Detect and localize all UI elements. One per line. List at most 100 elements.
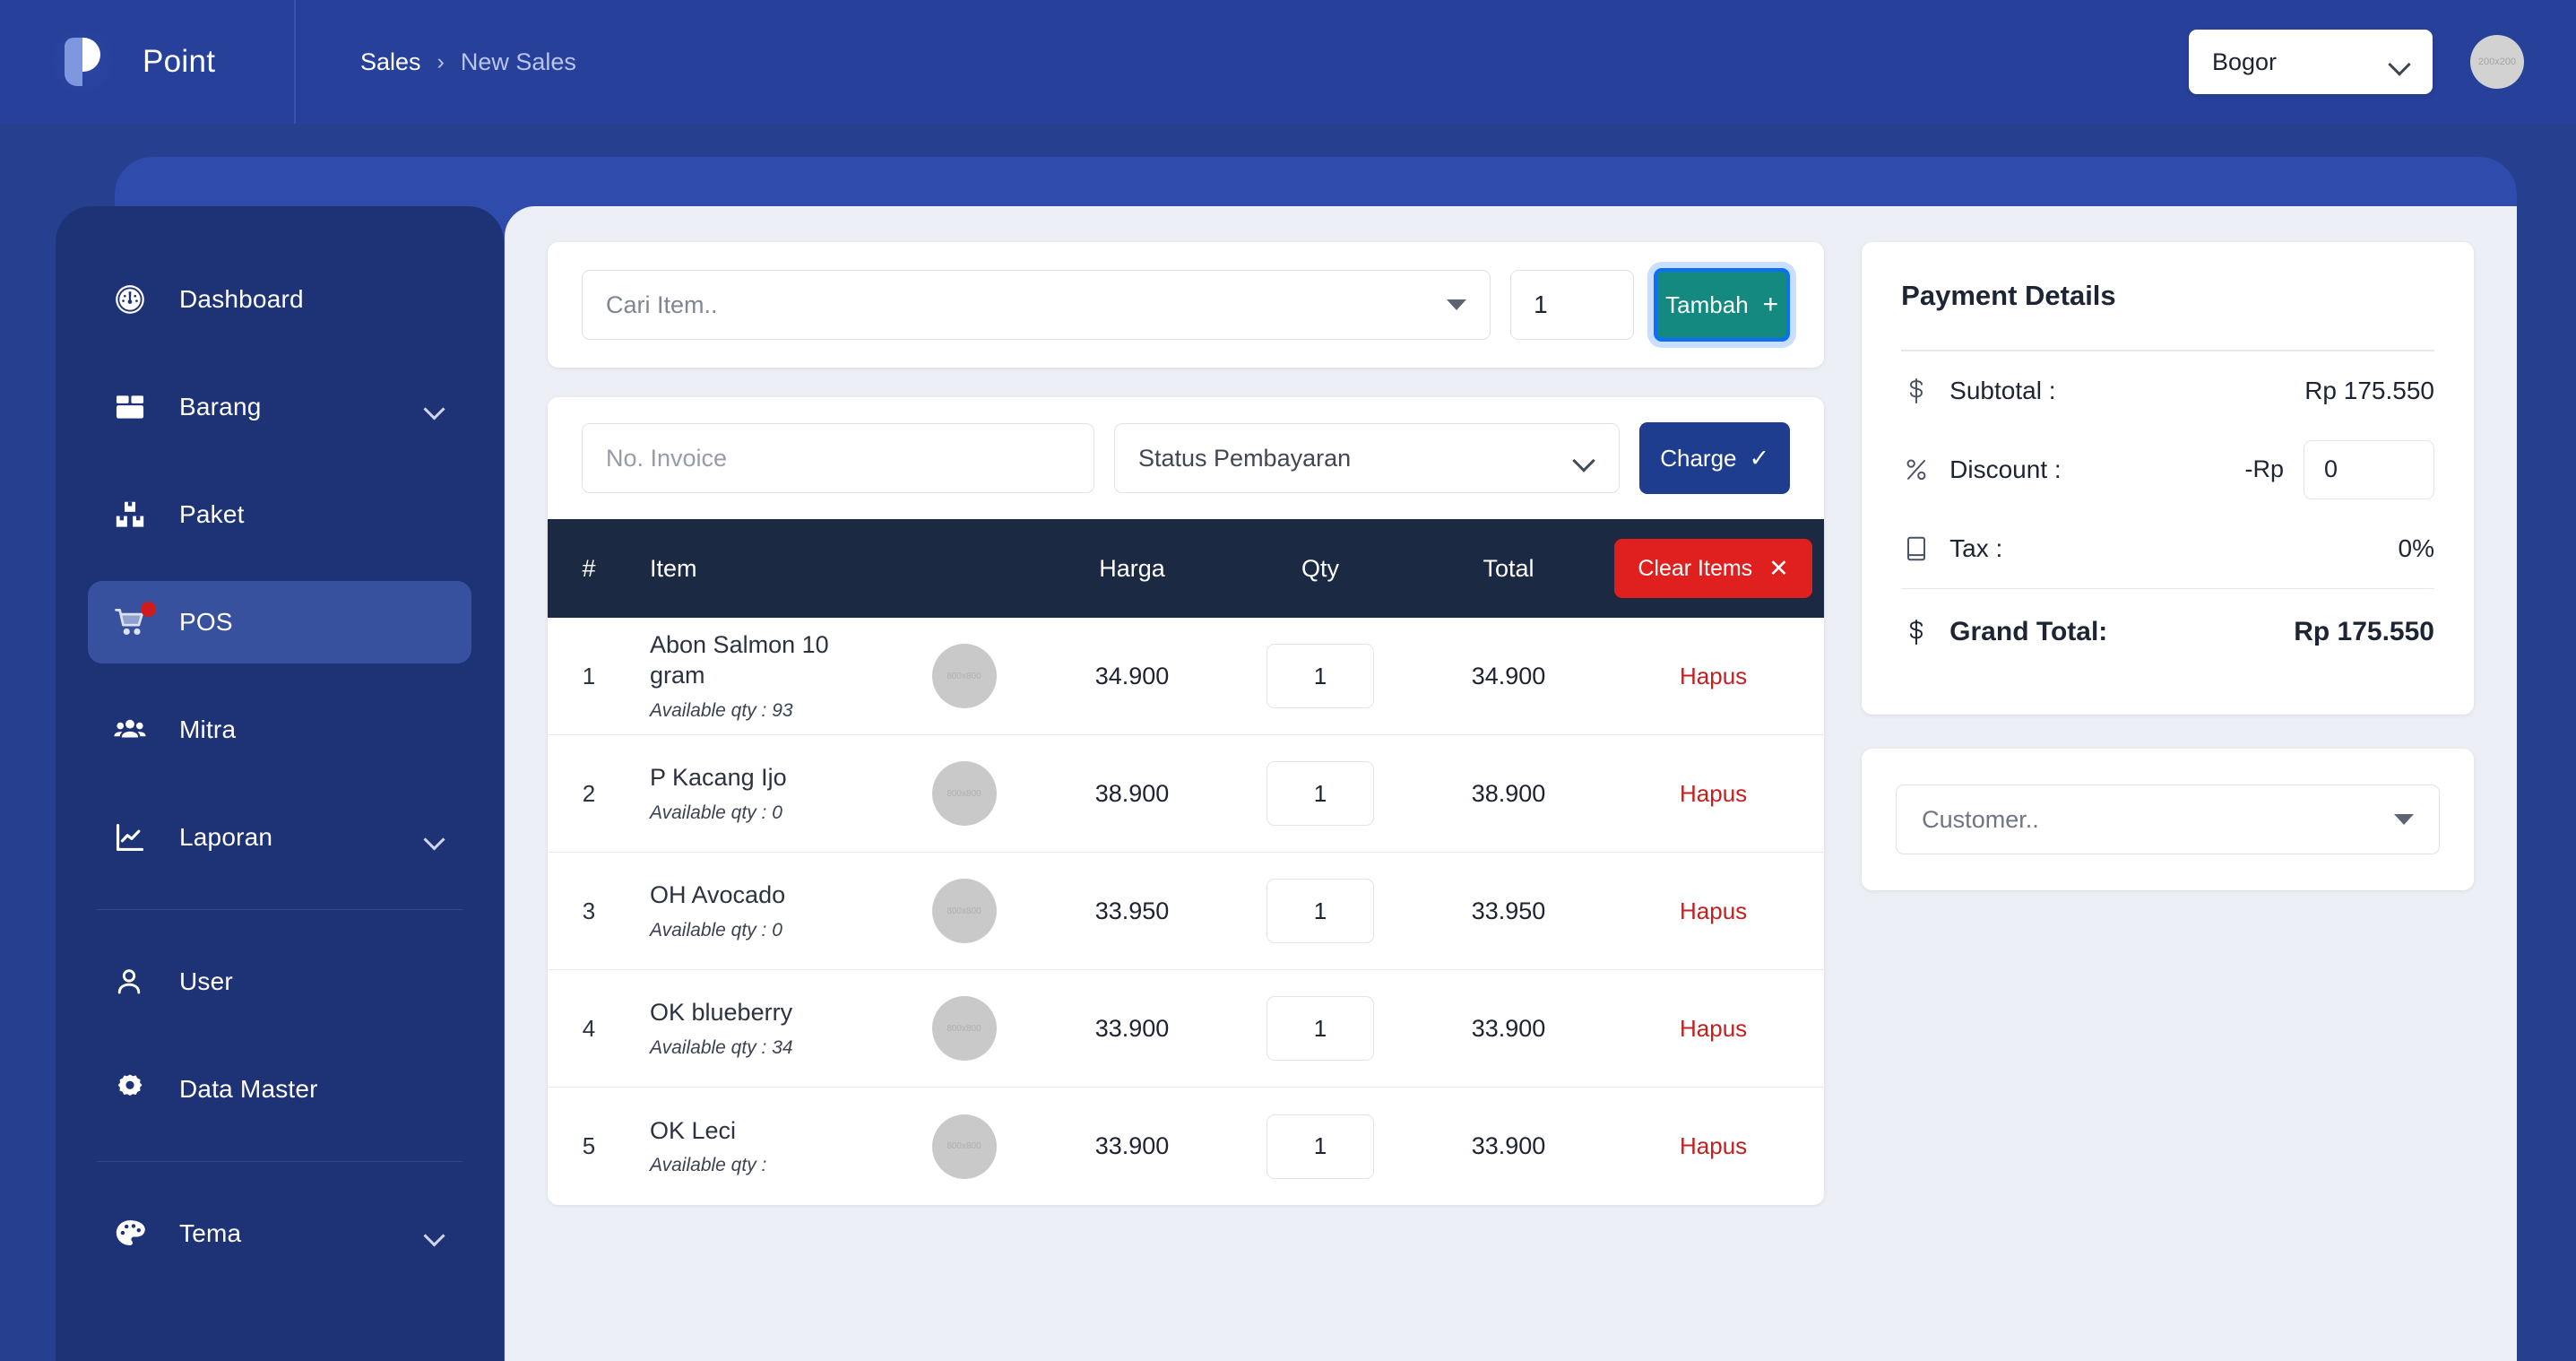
discount-currency-prefix: -Rp: [2244, 455, 2284, 483]
row-quantity-input[interactable]: 1: [1266, 644, 1374, 708]
sidebar-item-paket[interactable]: Paket: [88, 473, 471, 556]
boxes-icon: [113, 496, 160, 533]
row-quantity-value: 1: [1313, 897, 1327, 924]
column-header-harga: Harga: [1099, 554, 1165, 582]
clear-items-label: Clear Items: [1638, 555, 1753, 581]
delete-row-button[interactable]: Hapus: [1680, 897, 1747, 925]
discount-input[interactable]: 0: [2304, 439, 2434, 499]
subtotal-row: Subtotal : Rp 175.550: [1901, 351, 2434, 430]
chart-line-icon: [113, 819, 160, 856]
close-icon: ✕: [1768, 554, 1789, 582]
breadcrumb-parent[interactable]: Sales: [360, 48, 421, 76]
breadcrumb-current: New Sales: [460, 48, 576, 75]
column-header-qty: Qty: [1301, 554, 1339, 582]
column-header-item: Item: [650, 554, 697, 582]
branch-selector[interactable]: Bogor: [2189, 30, 2433, 94]
notification-badge: [141, 602, 156, 617]
customer-card: Customer..: [1862, 749, 2474, 891]
delete-row-button[interactable]: Hapus: [1680, 1015, 1747, 1043]
column-header-number: #: [582, 554, 596, 582]
percent-icon: [1901, 457, 1932, 482]
sidebar-item-dashboard[interactable]: Dashboard: [88, 258, 471, 341]
discount-label: Discount :: [1949, 455, 2062, 483]
brand-block[interactable]: Point: [0, 0, 296, 124]
sidebar-item-barang[interactable]: Barang: [88, 366, 471, 448]
chevron-down-icon[interactable]: [425, 832, 445, 844]
sidebar-item-laporan[interactable]: Laporan: [88, 796, 471, 879]
header-right-group: Bogor 200x200: [2189, 30, 2576, 94]
payment-status-value: Status Pembayaran: [1138, 444, 1352, 472]
grand-total-label: Grand Total:: [1949, 617, 2108, 647]
top-header-bar: Point Sales › New Sales Bogor 200x200: [0, 0, 2576, 124]
invoice-toolbar: No. Invoice Status Pembayaran Charge ✓: [548, 397, 1824, 519]
payment-status-select[interactable]: Status Pembayaran: [1114, 423, 1621, 493]
add-item-label: Tambah: [1665, 290, 1749, 318]
avatar[interactable]: 200x200: [2470, 35, 2524, 89]
brand-name: Point: [143, 44, 216, 79]
quantity-value: 1: [1534, 290, 1548, 318]
sidebar-item-data-master[interactable]: Data Master: [88, 1048, 471, 1131]
sidebar-divider: [97, 1161, 462, 1162]
receipt-icon: [1901, 535, 1932, 562]
delete-row-button[interactable]: Hapus: [1680, 663, 1747, 690]
sidebar-item-label: Data Master: [179, 1075, 318, 1103]
table-row: 5 OK Leci Available qty : 800x800 33.900 1 33.…: [548, 1088, 1824, 1205]
sidebar-item-pos[interactable]: POS: [88, 581, 471, 663]
item-name: Abon Salmon 10 gram: [650, 630, 829, 689]
quantity-input[interactable]: 1: [1510, 270, 1635, 340]
charge-button[interactable]: Charge ✓: [1639, 422, 1791, 494]
thumbnail-placeholder-text: 800x800: [947, 906, 981, 916]
add-item-button[interactable]: Tambah +: [1654, 268, 1791, 342]
sidebar-item-mitra[interactable]: Mitra: [88, 689, 471, 771]
sidebar-item-user[interactable]: User: [88, 941, 471, 1023]
delete-row-button[interactable]: Hapus: [1680, 1132, 1747, 1160]
thumbnail-placeholder-text: 800x800: [947, 788, 981, 799]
table-row: 1 Abon Salmon 10 gram Available qty : 93 80…: [548, 618, 1825, 735]
shopping-cart-icon: [113, 602, 160, 641]
sidebar-item-tema[interactable]: Tema: [88, 1192, 471, 1275]
chevron-down-icon: [2394, 814, 2414, 826]
row-quantity-input[interactable]: 1: [1266, 1114, 1374, 1179]
sidebar-navigation: Dashboard Barang Paket POS Mitra Laporan…: [56, 206, 504, 1361]
customer-select[interactable]: Customer..: [1896, 785, 2440, 855]
clear-items-button[interactable]: Clear Items ✕: [1614, 539, 1812, 598]
chevron-down-icon[interactable]: [425, 1228, 445, 1240]
subtotal-value: Rp 175.550: [2304, 376, 2434, 404]
sidebar-item-label: Mitra: [179, 715, 237, 743]
item-search-select[interactable]: Cari Item..: [582, 270, 1491, 340]
person-icon: [113, 963, 160, 1001]
item-total: 33.900: [1471, 1132, 1546, 1159]
item-name: OH Avocado: [650, 881, 786, 909]
sidebar-item-label: Barang: [179, 393, 262, 420]
grand-total-row: Grand Total: Rp 175.550: [1901, 589, 2434, 675]
row-quantity-input[interactable]: 1: [1266, 879, 1374, 943]
breadcrumb-separator-icon: ›: [437, 48, 445, 74]
item-total: 34.900: [1471, 662, 1546, 689]
point-logo-icon: [49, 29, 116, 95]
row-quantity-input[interactable]: 1: [1266, 996, 1374, 1061]
item-thumbnail: 800x800: [931, 996, 997, 1061]
delete-row-button[interactable]: Hapus: [1680, 780, 1747, 808]
customer-placeholder: Customer..: [1922, 805, 2039, 833]
row-number: 4: [582, 1014, 596, 1042]
tax-label: Tax :: [1949, 533, 2003, 562]
main-content-area: Cari Item.. 1 Tambah + No. Invoice Statu…: [505, 206, 2517, 1361]
sidebar-item-label: User: [179, 967, 233, 995]
chevron-down-icon: [1447, 299, 1467, 310]
invoice-number-input[interactable]: No. Invoice: [582, 423, 1094, 493]
table-header-row: # Item Harga Qty Total Clear Items ✕: [548, 519, 1825, 618]
item-price: 38.900: [1094, 779, 1170, 807]
item-price: 33.900: [1094, 1132, 1170, 1159]
thumbnail-placeholder-text: 800x800: [947, 671, 981, 681]
discount-row: Discount : -Rp 0: [1901, 430, 2434, 509]
row-quantity-input[interactable]: 1: [1266, 761, 1374, 826]
item-price: 33.900: [1094, 1014, 1170, 1042]
chevron-down-icon[interactable]: [425, 402, 445, 413]
sidebar-item-label: Dashboard: [179, 285, 304, 313]
chevron-down-icon: [1574, 453, 1595, 464]
item-price: 34.900: [1094, 662, 1170, 689]
breadcrumb: Sales › New Sales: [296, 0, 576, 124]
payment-column: Payment Details Subtotal : Rp 175.550 Di…: [1862, 242, 2474, 1361]
row-quantity-value: 1: [1313, 779, 1327, 807]
table-row: 4 OK blueberry Available qty : 34 800x800 33…: [548, 970, 1825, 1088]
